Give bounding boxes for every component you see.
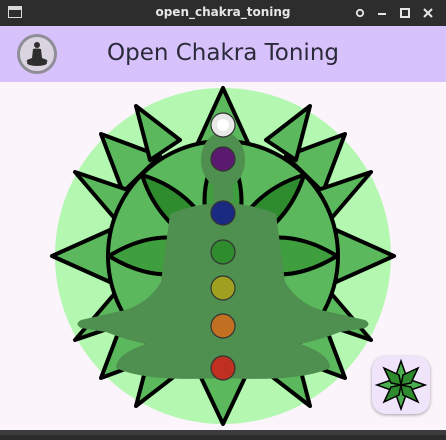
sacral-chakra bbox=[210, 313, 236, 339]
lotus-flower-button[interactable] bbox=[372, 356, 430, 414]
pin-icon[interactable] bbox=[351, 4, 369, 22]
solar-plexus-chakra bbox=[210, 275, 236, 301]
third-eye-chakra bbox=[210, 146, 236, 172]
app-window: open_chakra_toning Open Chakra Toning bbox=[0, 0, 446, 435]
window-bottom-border bbox=[0, 430, 446, 435]
window-titlebar[interactable]: open_chakra_toning bbox=[0, 0, 446, 26]
page-title: Open Chakra Toning bbox=[106, 40, 339, 66]
app-bar: Open Chakra Toning bbox=[0, 26, 446, 82]
minimize-icon[interactable] bbox=[373, 4, 391, 22]
close-icon[interactable] bbox=[419, 4, 437, 22]
root-chakra bbox=[210, 355, 236, 381]
lotus-flower-icon bbox=[374, 358, 428, 412]
throat-chakra bbox=[210, 200, 236, 226]
maximize-icon[interactable] bbox=[396, 4, 414, 22]
heart-chakra bbox=[210, 239, 236, 265]
